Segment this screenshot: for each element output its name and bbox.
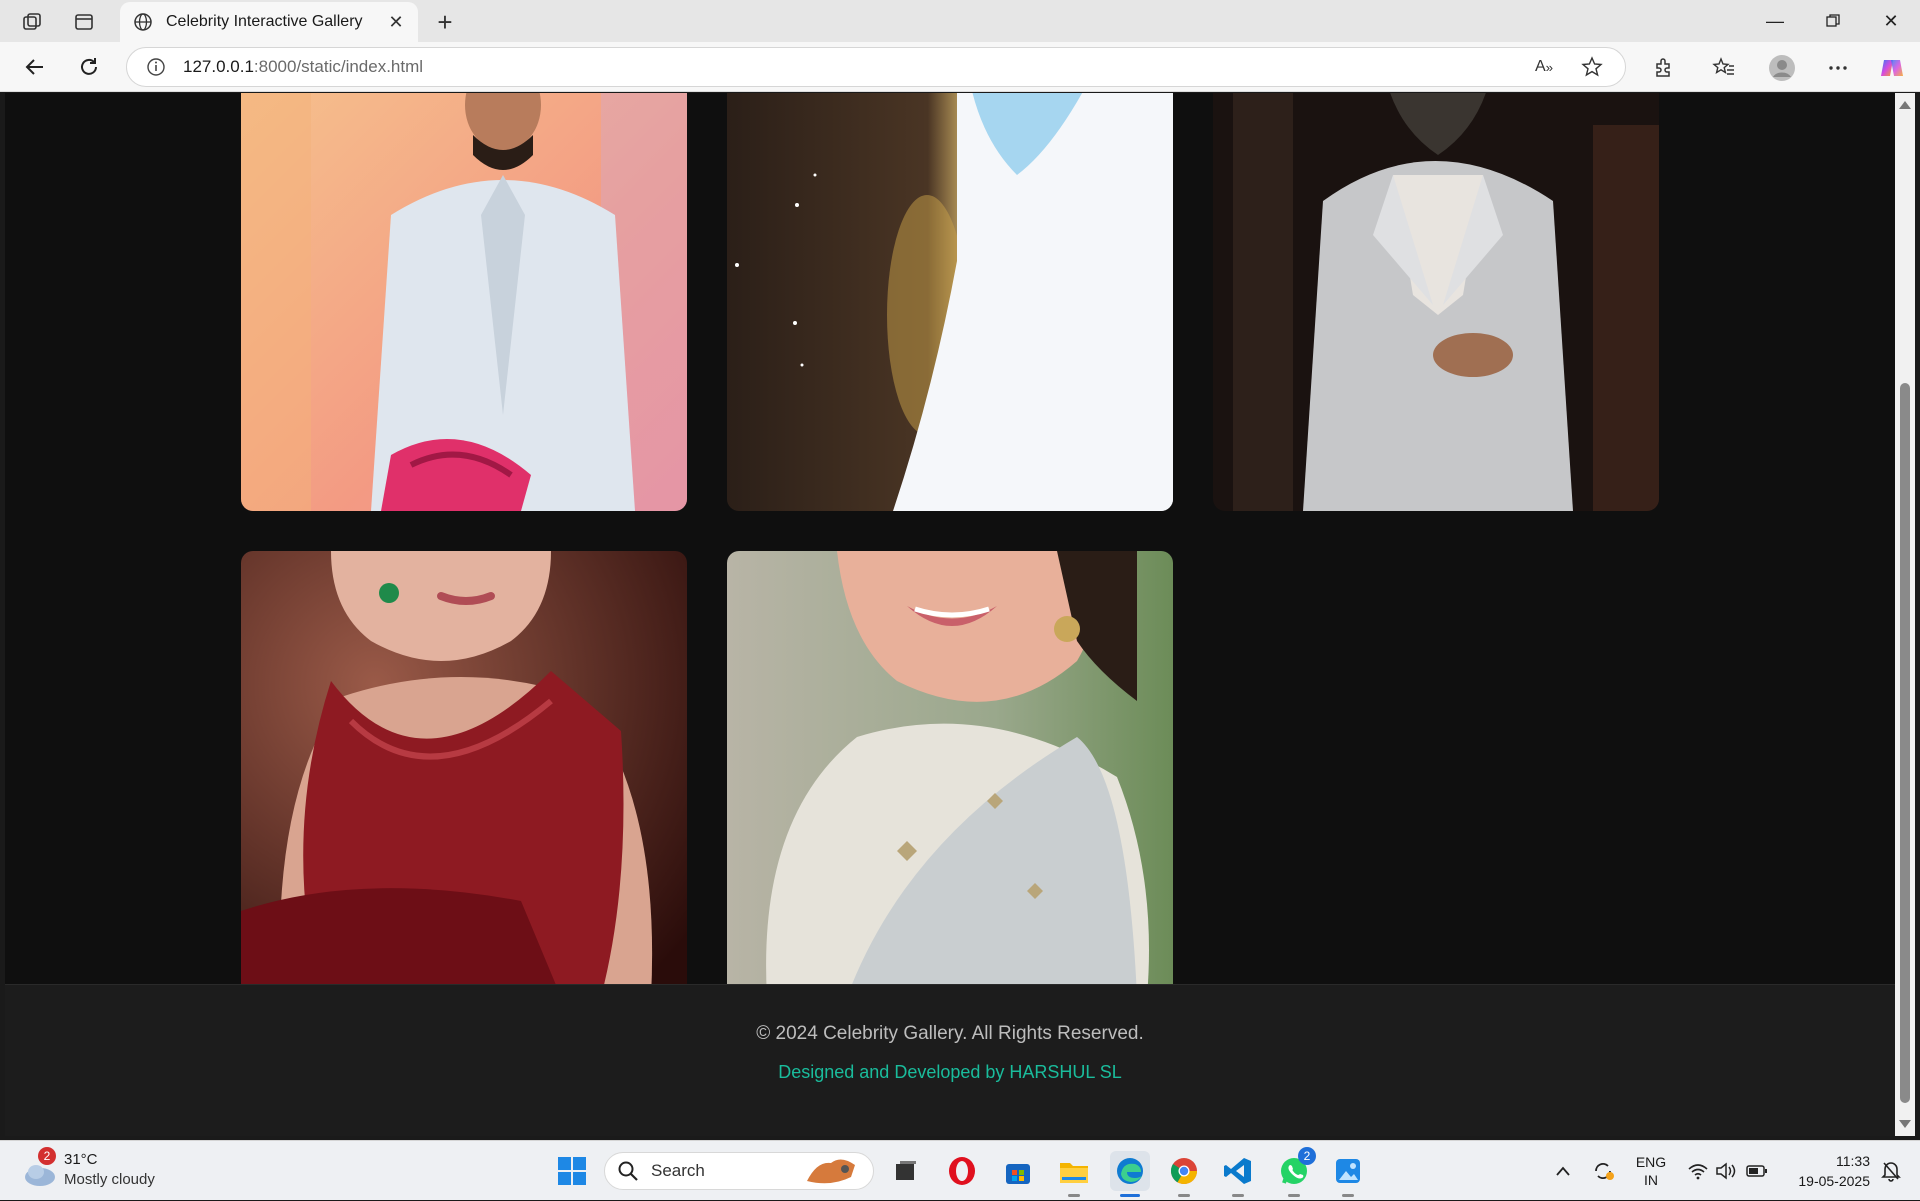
celebrity-photo <box>727 93 1173 511</box>
app-running-indicator <box>1342 1194 1354 1197</box>
app-running-indicator <box>1068 1194 1080 1197</box>
close-window-button[interactable]: ✕ <box>1862 0 1920 42</box>
weather-widget[interactable]: 2 31°C Mostly cloudy <box>22 1147 182 1193</box>
cloud-icon <box>25 1165 55 1186</box>
opera-app[interactable] <box>942 1151 982 1191</box>
url-text: 127.0.0.1:8000/static/index.html <box>183 57 1511 77</box>
sync-icon[interactable] <box>1588 1141 1618 1201</box>
more-options-icon[interactable] <box>1822 52 1854 84</box>
globe-icon <box>132 11 154 33</box>
celebrity-photo <box>241 93 687 511</box>
microsoft-store-icon <box>1006 1164 1030 1184</box>
clock-date: 19-05-2025 <box>1798 1173 1870 1189</box>
copilot-icon[interactable] <box>1876 52 1908 84</box>
search-highlight-icon <box>807 1159 855 1184</box>
search-icon <box>618 1161 638 1181</box>
photos-icon <box>1336 1159 1360 1183</box>
show-hidden-icons-chevron-up-icon[interactable] <box>1550 1141 1576 1201</box>
gallery-card[interactable] <box>241 93 687 511</box>
new-tab-button[interactable]: + <box>430 7 460 37</box>
app-running-indicator <box>1232 1194 1244 1197</box>
taskbar-search[interactable]: Search <box>604 1152 874 1190</box>
windows-logo-icon <box>558 1157 586 1185</box>
language-code: ENG <box>1635 1154 1667 1170</box>
url-path: :8000/static/index.html <box>253 57 424 76</box>
gallery-card[interactable] <box>727 551 1173 997</box>
edge-icon <box>1117 1158 1143 1184</box>
task-view-button[interactable] <box>886 1151 926 1191</box>
chrome-icon <box>1170 1158 1198 1185</box>
close-tab-icon[interactable]: ✕ <box>386 12 406 32</box>
back-button[interactable] <box>20 52 50 82</box>
vscode-icon <box>1224 1158 1251 1184</box>
favorite-star-icon[interactable] <box>1577 52 1607 82</box>
chrome-app[interactable] <box>1164 1151 1204 1197</box>
clock-time: 11:33 <box>1836 1153 1870 1169</box>
celebrity-photo <box>727 551 1173 997</box>
system-clock[interactable]: 11:33 19-05-2025 <box>1780 1151 1870 1191</box>
photos-app[interactable] <box>1328 1151 1368 1197</box>
scrollbar-thumb[interactable] <box>1900 383 1910 1103</box>
region-code: IN <box>1644 1172 1658 1188</box>
site-info-icon[interactable] <box>145 56 167 78</box>
app-running-indicator <box>1288 1194 1300 1197</box>
scroll-up-arrow-icon[interactable] <box>1899 101 1911 109</box>
scroll-down-arrow-icon[interactable] <box>1899 1120 1911 1128</box>
app-active-indicator <box>1120 1194 1140 1197</box>
gallery-card[interactable] <box>241 551 687 997</box>
tab-title: Celebrity Interactive Gallery <box>166 13 363 30</box>
whatsapp-app[interactable]: 2 <box>1274 1147 1316 1197</box>
read-aloud-icon[interactable]: A» <box>1529 52 1559 82</box>
copyright-text: © 2024 Celebrity Gallery. All Rights Res… <box>756 1023 1144 1044</box>
celebrity-photo <box>1213 93 1659 511</box>
folder-icon <box>1060 1163 1088 1183</box>
refresh-button[interactable] <box>74 52 104 82</box>
volume-icon[interactable] <box>1714 1141 1738 1201</box>
opera-icon <box>949 1157 975 1185</box>
page-scrollbar[interactable] <box>1895 93 1915 1136</box>
language-indicator[interactable]: ENG IN <box>1628 1141 1674 1201</box>
celebrity-photo <box>241 551 687 997</box>
weather-temperature: 31°C <box>64 1151 98 1168</box>
weather-badge: 2 <box>38 1147 56 1165</box>
tab-actions-icon[interactable] <box>70 8 98 36</box>
restore-button[interactable] <box>1804 0 1862 42</box>
task-view-icon <box>896 1161 916 1180</box>
wifi-icon[interactable] <box>1686 1141 1710 1201</box>
vscode-app[interactable] <box>1218 1151 1258 1197</box>
tab-bar: Celebrity Interactive Gallery ✕ + — ✕ <box>0 0 1920 42</box>
minimize-button[interactable]: — <box>1746 0 1804 42</box>
browser-tab[interactable]: Celebrity Interactive Gallery ✕ <box>120 2 418 42</box>
workspaces-icon[interactable] <box>18 8 46 36</box>
battery-icon[interactable] <box>1744 1141 1770 1201</box>
credit-text: Designed and Developed by HARSHUL SL <box>778 1062 1122 1082</box>
start-button[interactable] <box>552 1151 592 1191</box>
page-viewport: © 2024 Celebrity Gallery. All Rights Res… <box>5 93 1895 1136</box>
page-footer: © 2024 Celebrity Gallery. All Rights Res… <box>5 984 1895 1136</box>
extensions-icon[interactable] <box>1648 52 1680 84</box>
gallery-card[interactable] <box>1213 93 1659 511</box>
address-bar-row: 127.0.0.1:8000/static/index.html A» <box>0 42 1920 92</box>
app-running-indicator <box>1178 1194 1190 1197</box>
whatsapp-badge: 2 <box>1298 1147 1316 1165</box>
store-app[interactable] <box>998 1151 1038 1191</box>
url-host: 127.0.0.1 <box>183 57 254 76</box>
gallery-card[interactable] <box>727 93 1173 511</box>
favorites-icon[interactable] <box>1708 52 1740 84</box>
address-field[interactable]: 127.0.0.1:8000/static/index.html A» <box>126 47 1626 87</box>
weather-condition: Mostly cloudy <box>64 1171 155 1188</box>
profile-avatar-icon[interactable] <box>1766 52 1798 84</box>
edge-app[interactable] <box>1110 1151 1150 1197</box>
notification-bell-icon[interactable] <box>1876 1141 1906 1201</box>
windows-taskbar: 2 31°C Mostly cloudy Search 2 ENG IN 11:… <box>0 1140 1920 1200</box>
file-explorer-app[interactable] <box>1054 1151 1094 1197</box>
search-label: Search <box>651 1161 705 1180</box>
